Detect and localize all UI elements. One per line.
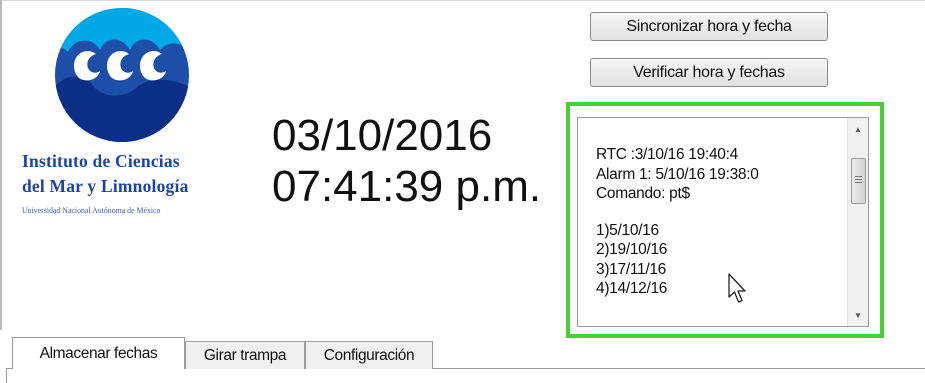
tab-almacenar-fechas[interactable]: Almacenar fechas <box>12 337 185 369</box>
log-line-command: Comando: pt$ <box>596 185 690 202</box>
mouse-cursor-icon <box>728 273 746 303</box>
current-date: 03/10/2016 <box>272 111 493 160</box>
log-textbox[interactable]: RTC :3/10/16 19:40:4 Alarm 1: 5/10/16 19… <box>577 117 869 327</box>
log-line-rtc: RTC :3/10/16 19:40:4 <box>596 146 738 163</box>
current-time: 07:41:39 p.m. <box>272 162 542 211</box>
window-left-border <box>0 0 2 330</box>
sync-datetime-button[interactable]: Sincronizar hora y fecha <box>590 12 828 41</box>
log-line-alarm: Alarm 1: 5/10/16 19:38:0 <box>596 165 759 183</box>
log-date-3: 3)17/11/16 <box>596 260 666 278</box>
thumb-grip-icon <box>855 182 862 183</box>
log-scrollbar[interactable]: ▲ ▼ <box>847 118 868 326</box>
thumb-grip-icon <box>855 179 862 180</box>
verify-datetime-button[interactable]: Verificar hora y fechas <box>590 58 828 87</box>
university-name: Universidad Nacional Autónoma de México <box>22 206 161 215</box>
active-tab-underline <box>13 368 184 369</box>
log-date-2: 2)19/10/16 <box>596 241 668 258</box>
tab-configuracion[interactable]: Configuración <box>305 341 433 369</box>
institute-name-line1: Instituto de Ciencias <box>22 151 180 171</box>
scroll-down-icon[interactable]: ▼ <box>848 306 868 324</box>
scroll-thumb[interactable] <box>851 158 866 204</box>
tab-girar-trampa[interactable]: Girar trampa <box>185 341 305 369</box>
log-date-4: 4)14/12/16 <box>596 280 668 297</box>
thumb-grip-icon <box>855 176 862 177</box>
log-date-1: 1)5/10/16 <box>596 221 659 239</box>
scroll-up-icon[interactable]: ▲ <box>848 120 868 138</box>
log-blank-line <box>596 204 836 221</box>
tab-body-border <box>6 368 7 383</box>
icml-logo-icon <box>55 8 189 142</box>
window-top-border <box>0 0 925 1</box>
institute-name-line2: del Mar y Limnología <box>22 176 189 196</box>
log-content: RTC :3/10/16 19:40:4 Alarm 1: 5/10/16 19… <box>596 145 836 299</box>
